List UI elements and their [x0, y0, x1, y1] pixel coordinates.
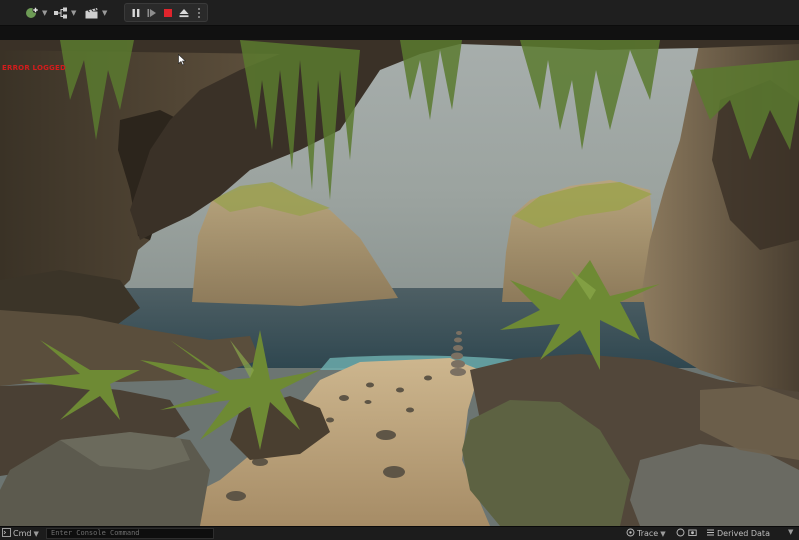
viewport-header-strip	[0, 26, 799, 40]
skip-frame-icon	[147, 9, 156, 17]
main-toolbar: ▼ ▼ ▼	[0, 0, 799, 26]
stop-icon	[164, 9, 172, 17]
derived-data-label: Derived Data	[717, 529, 770, 538]
bottom-status-bar: Cmd ▼ Enter Console Command Trace ▼ Deri…	[0, 526, 799, 540]
blueprint-graph-icon	[53, 6, 69, 20]
mouse-cursor-icon	[178, 54, 186, 66]
status-icons	[676, 528, 697, 539]
skip-frame-button[interactable]	[145, 6, 159, 20]
debug-overlay-text: ERROR LOGGED	[2, 64, 66, 72]
more-options-button[interactable]	[192, 6, 206, 20]
chevron-down-icon[interactable]: ▼	[788, 528, 793, 536]
add-content-button[interactable]: ▼	[24, 3, 47, 22]
more-options-icon	[198, 8, 200, 18]
play-controls	[124, 3, 208, 22]
cmd-label: Cmd	[13, 529, 32, 538]
trace-label: Trace	[637, 529, 659, 538]
cinematics-button[interactable]: ▼	[84, 3, 107, 22]
level-viewport[interactable]: ERROR LOGGED	[0, 40, 799, 526]
chevron-down-icon: ▼	[71, 8, 77, 17]
chevron-down-icon: ▼	[660, 529, 666, 538]
trace-icon	[626, 528, 635, 539]
screenshot-icon[interactable]	[688, 528, 697, 539]
derived-data-icon	[706, 528, 715, 539]
console-command-input[interactable]: Enter Console Command	[46, 528, 214, 539]
terminal-icon	[2, 528, 11, 539]
blueprints-button[interactable]: ▼	[53, 3, 76, 22]
chevron-down-icon: ▼	[42, 8, 48, 17]
pause-button[interactable]	[129, 6, 143, 20]
chevron-down-icon: ▼	[102, 8, 108, 17]
cinematics-clapper-icon	[84, 6, 100, 20]
add-content-icon	[24, 6, 40, 20]
record-icon[interactable]	[676, 528, 685, 539]
trace-button[interactable]: Trace ▼	[626, 528, 666, 539]
eject-button[interactable]	[177, 6, 191, 20]
chevron-down-icon: ▼	[33, 529, 39, 538]
stop-button[interactable]	[161, 6, 175, 20]
cmd-dropdown[interactable]: Cmd ▼	[2, 528, 39, 539]
eject-icon	[179, 9, 189, 18]
scene-render	[0, 40, 799, 526]
derived-data-button[interactable]: Derived Data	[706, 528, 770, 539]
pause-icon	[132, 9, 140, 17]
